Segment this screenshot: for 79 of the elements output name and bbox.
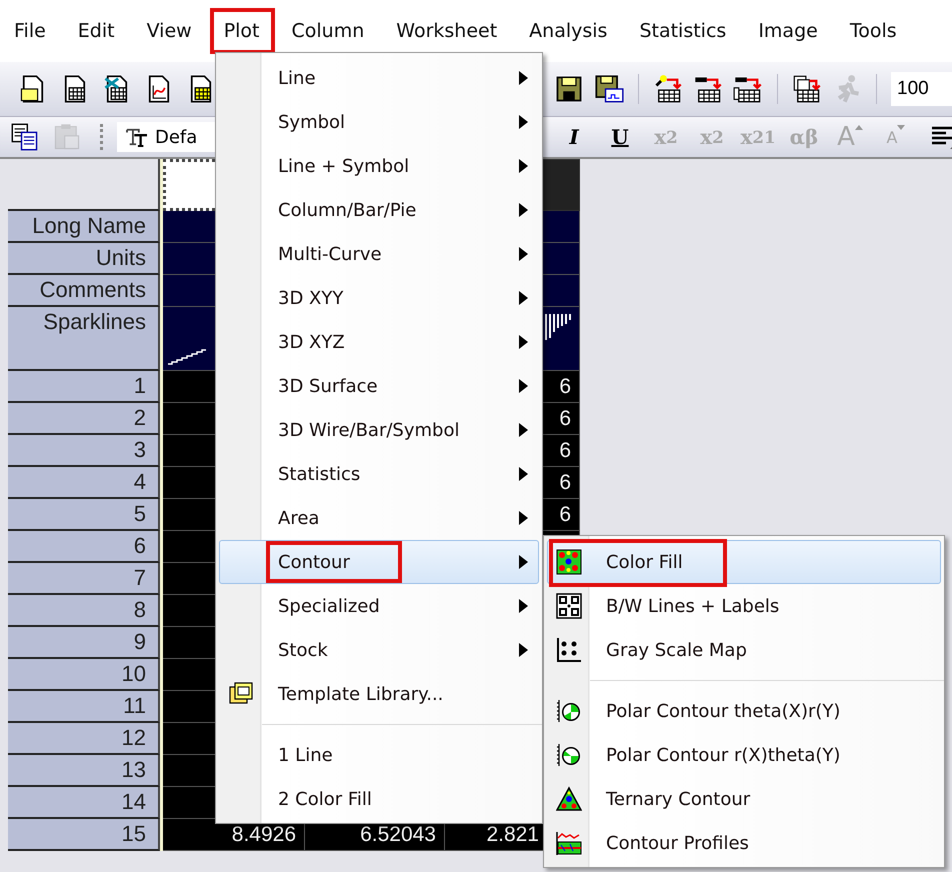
polar-plot-icon — [556, 742, 582, 768]
row-number: 13 — [8, 755, 160, 787]
row-header: Comments — [8, 275, 160, 307]
table-cell: 8.4926 — [163, 819, 305, 851]
submenu-arrow-icon — [519, 511, 528, 525]
row-number: 14 — [8, 787, 160, 819]
row-number: 8 — [8, 595, 160, 627]
menu-bar-item[interactable]: Column — [278, 8, 380, 54]
submenu-arrow-icon — [519, 247, 528, 261]
polar-plot-icon — [556, 698, 582, 724]
page-stack-icon[interactable] — [792, 74, 822, 104]
toolbar-grip[interactable] — [100, 124, 105, 150]
menu-bar-item[interactable]: Analysis — [515, 8, 622, 54]
triangle-plot-icon — [556, 786, 582, 812]
dot-grid-icon — [556, 637, 582, 663]
menu-item[interactable]: Specialized — [219, 584, 539, 628]
menu-bar-item[interactable]: View — [132, 8, 207, 54]
submenu-arrow-icon — [519, 203, 528, 217]
submenu-arrow-icon — [519, 643, 528, 657]
submenu-arrow-icon — [519, 423, 528, 437]
menu-bar-item[interactable]: Tools — [836, 8, 912, 54]
row-number: 5 — [8, 499, 160, 531]
row-number: 4 — [8, 467, 160, 499]
menu-bar-item[interactable]: Worksheet — [382, 8, 512, 54]
submenu-arrow-icon — [519, 71, 528, 85]
color-grid-icon — [556, 549, 582, 575]
menu-item[interactable]: Contour — [219, 540, 539, 584]
table-import-icon[interactable] — [653, 74, 683, 104]
row-number: 15 — [8, 819, 160, 851]
contour-lines-icon — [556, 593, 582, 619]
menu-item[interactable]: Multi-Curve — [219, 232, 539, 276]
row-number: 11 — [8, 691, 160, 723]
menu-bar-item[interactable]: File — [0, 8, 61, 54]
menu-bar-item[interactable]: Edit — [64, 8, 130, 54]
format-button[interactable]: U — [598, 119, 642, 155]
row-number: 1 — [8, 371, 160, 403]
row-header: Long Name — [8, 211, 160, 243]
menu-bar-item[interactable]: Image — [744, 8, 833, 54]
row-number: 7 — [8, 563, 160, 595]
menu-item[interactable]: 3D XYZ — [219, 320, 539, 364]
copy-icon[interactable] — [10, 122, 40, 152]
font-type-icon — [125, 127, 149, 147]
submenu-arrow-icon — [519, 555, 528, 569]
menu-item[interactable]: Ternary Contour — [547, 777, 941, 821]
menu-item[interactable]: Column/Bar/Pie — [219, 188, 539, 232]
submenu-arrow-icon — [519, 159, 528, 173]
menu-item[interactable]: Template Library... — [219, 672, 539, 716]
menu-item[interactable]: Color Fill — [547, 540, 941, 584]
caret-icon — [854, 125, 863, 130]
row-number: 3 — [8, 435, 160, 467]
menu-item[interactable]: 3D XYY — [219, 276, 539, 320]
row-number: 12 — [8, 723, 160, 755]
submenu-arrow-icon — [519, 379, 528, 393]
menu-item[interactable]: Line — [219, 56, 539, 100]
menu-item[interactable]: Stock — [219, 628, 539, 672]
submenu-arrow-icon — [519, 115, 528, 129]
format-button[interactable]: I — [552, 119, 596, 155]
menu-item[interactable]: 2 Color Fill — [219, 777, 539, 821]
menu-item[interactable]: B/W Lines + Labels — [547, 584, 941, 628]
row-header: Units — [8, 243, 160, 275]
row-header: Sparklines — [8, 307, 160, 371]
floppy-disk-icon[interactable] — [594, 74, 624, 104]
align-left-icon[interactable] — [930, 124, 952, 150]
menu-item[interactable]: Polar Contour theta(X)r(Y) — [547, 689, 941, 733]
menu-item[interactable]: Gray Scale Map — [547, 628, 941, 672]
row-number: 10 — [8, 659, 160, 691]
profile-chart-icon — [556, 830, 582, 856]
submenu-arrow-icon — [519, 467, 528, 481]
menu-item[interactable]: Polar Contour r(X)theta(Y) — [547, 733, 941, 777]
submenu-arrow-icon — [519, 599, 528, 613]
submenu-arrow-icon — [519, 291, 528, 305]
row-number: 9 — [8, 627, 160, 659]
caret-icon — [897, 125, 906, 130]
row-number: 6 — [8, 531, 160, 563]
menu-bar-item[interactable]: Statistics — [625, 8, 742, 54]
submenu-arrow-icon — [519, 335, 528, 349]
row-number: 2 — [8, 403, 160, 435]
zoom-field[interactable]: 100 — [891, 72, 952, 106]
menu-item[interactable]: 1 Line — [219, 733, 539, 777]
